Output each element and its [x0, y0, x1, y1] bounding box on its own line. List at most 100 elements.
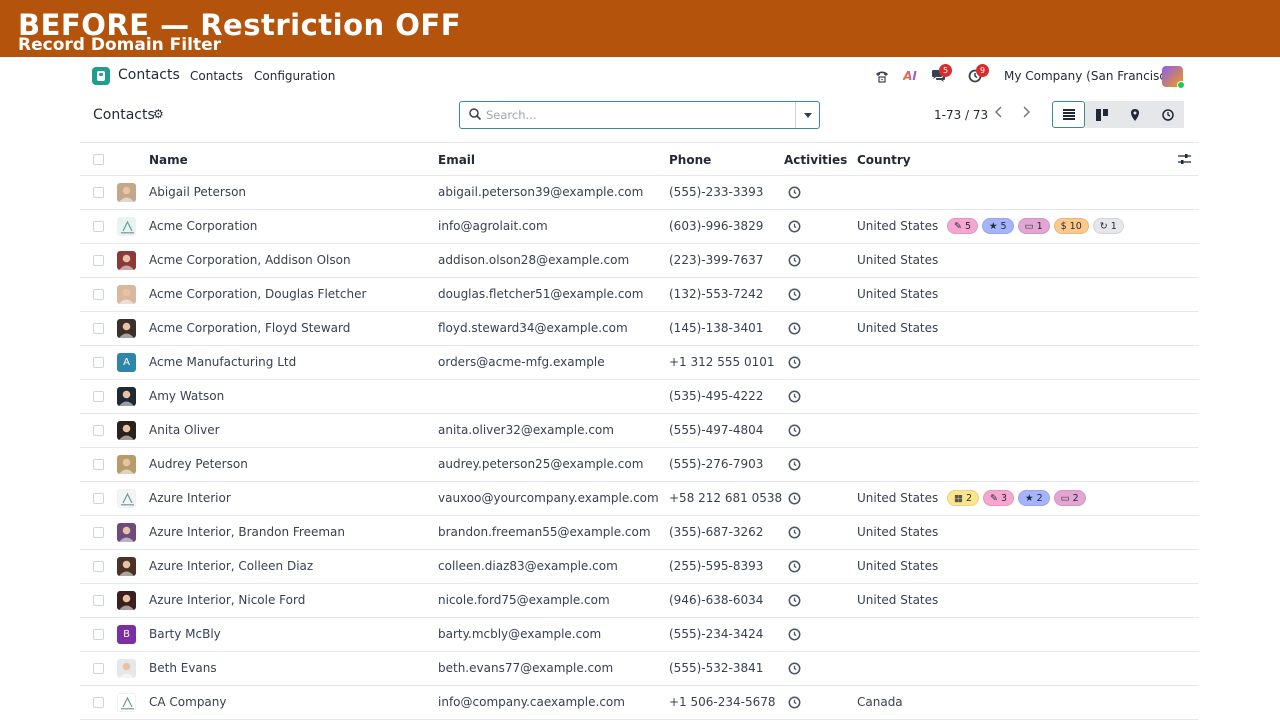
activity-clock-icon[interactable]	[788, 220, 801, 233]
stat-badge[interactable]: ✎ 5	[947, 218, 979, 234]
table-row[interactable]: Azure Interior, Nicole Ford nicole.ford75…	[80, 584, 1199, 618]
row-checkbox[interactable]	[93, 255, 104, 266]
row-checkbox[interactable]	[93, 595, 104, 606]
user-avatar[interactable]	[1162, 66, 1185, 89]
pager-next-button[interactable]	[1019, 105, 1033, 123]
cell-phone: (603)-996-3829	[669, 219, 764, 233]
cell-email: beth.evans77@example.com	[438, 661, 614, 675]
map-view-button[interactable]	[1118, 101, 1151, 128]
contacts-app-icon[interactable]	[92, 67, 110, 85]
cell-phone: (255)-595-8393	[669, 559, 764, 573]
table-row[interactable]: Acme Corporation info@agrolait.com (603)-9…	[80, 210, 1199, 244]
gear-icon[interactable]: ⚙	[153, 107, 164, 121]
stat-badge[interactable]: ↻ 1	[1092, 218, 1124, 234]
kanban-view-button[interactable]	[1085, 101, 1118, 128]
table-row[interactable]: Azure Interior, Brandon Freeman brandon.f…	[80, 516, 1199, 550]
row-checkbox[interactable]	[93, 561, 104, 572]
row-checkbox[interactable]	[93, 187, 104, 198]
ai-icon[interactable]: AI	[901, 67, 919, 85]
row-checkbox[interactable]	[93, 493, 104, 504]
row-checkbox[interactable]	[93, 425, 104, 436]
activity-clock-icon[interactable]	[788, 492, 801, 505]
list-view-button[interactable]	[1052, 101, 1085, 128]
column-header-name[interactable]: Name	[149, 153, 188, 167]
table-row[interactable]: Acme Corporation, Addison Olson addison.o…	[80, 244, 1199, 278]
row-checkbox[interactable]	[93, 391, 104, 402]
activity-clock-icon[interactable]	[788, 696, 801, 709]
optional-columns-icon[interactable]	[1178, 153, 1191, 166]
activity-clock-icon[interactable]	[788, 186, 801, 199]
activity-clock-icon[interactable]	[788, 390, 801, 403]
activity-clock-icon[interactable]	[788, 628, 801, 641]
app-name[interactable]: Contacts	[118, 67, 180, 83]
table-row[interactable]: Acme Corporation, Floyd Steward floyd.ste…	[80, 312, 1199, 346]
table-row[interactable]: Anita Oliver anita.oliver32@example.com (5…	[80, 414, 1199, 448]
banner-subtitle: Record Domain Filter	[18, 35, 221, 55]
search-input[interactable]	[486, 106, 786, 124]
stat-badge[interactable]: ✎ 3	[983, 490, 1015, 506]
activity-clock-icon[interactable]	[788, 594, 801, 607]
stat-badge[interactable]: $10	[1053, 218, 1089, 234]
menu-configuration[interactable]: Configuration	[254, 69, 335, 83]
company-switcher[interactable]: My Company (San Francisco)	[1004, 69, 1178, 83]
row-checkbox[interactable]	[93, 663, 104, 674]
stat-badge[interactable]: ▦ 2	[947, 490, 980, 506]
table-row[interactable]: Beth Evans beth.evans77@example.com (555)-…	[80, 652, 1199, 686]
activity-clock-icon[interactable]	[788, 424, 801, 437]
stat-badge[interactable]: ★ 5	[982, 218, 1014, 234]
activity-icon[interactable]: 9	[966, 64, 989, 85]
table-row[interactable]: Audrey Peterson audrey.peterson25@example…	[80, 448, 1199, 482]
contact-photo	[117, 523, 136, 542]
column-header-email[interactable]: Email	[438, 153, 475, 167]
column-header-country[interactable]: Country	[857, 153, 911, 167]
stat-badge[interactable]: ★ 2	[1018, 490, 1050, 506]
activity-clock-icon[interactable]	[788, 288, 801, 301]
activity-clock-icon[interactable]	[788, 526, 801, 539]
phone-icon[interactable]	[873, 67, 891, 85]
row-checkbox[interactable]	[93, 323, 104, 334]
table-row[interactable]: Azure Interior, Colleen Diaz colleen.diaz…	[80, 550, 1199, 584]
stat-badge[interactable]: ▭ 1	[1017, 218, 1050, 234]
search-bar[interactable]	[459, 101, 820, 129]
row-checkbox[interactable]	[93, 221, 104, 232]
column-header-activities[interactable]: Activities	[784, 153, 847, 167]
table-row[interactable]: Acme Corporation, Douglas Fletcher dougla…	[80, 278, 1199, 312]
cell-phone: (555)-497-4804	[669, 423, 764, 437]
activity-clock-icon[interactable]	[788, 560, 801, 573]
table-row[interactable]: Amy Watson (535)-495-4222	[80, 380, 1199, 414]
table-row[interactable]: CA Company info@company.caexample.com +1 5…	[80, 686, 1199, 720]
row-checkbox[interactable]	[93, 357, 104, 368]
search-options-dropdown[interactable]	[795, 102, 819, 128]
select-all-checkbox[interactable]	[93, 154, 104, 165]
cell-phone: (145)-138-3401	[669, 321, 764, 335]
row-checkbox[interactable]	[93, 459, 104, 470]
cell-email: floyd.steward34@example.com	[438, 321, 628, 335]
row-checkbox[interactable]	[93, 629, 104, 640]
table-row[interactable]: A Acme Manufacturing Ltd orders@acme-mfg.e…	[80, 346, 1199, 380]
activity-clock-icon[interactable]	[788, 254, 801, 267]
cell-name: Audrey Peterson	[149, 457, 248, 471]
cell-name: Anita Oliver	[149, 423, 220, 437]
activity-clock-icon[interactable]	[788, 322, 801, 335]
activity-clock-icon[interactable]	[788, 458, 801, 471]
cell-name: Beth Evans	[149, 661, 217, 675]
table-row[interactable]: B Barty McBly barty.mcbly@example.com (555)…	[80, 618, 1199, 652]
activity-clock-icon[interactable]	[788, 662, 801, 675]
activity-count: 9	[976, 64, 989, 77]
table-row[interactable]: Abigail Peterson abigail.peterson39@examp…	[80, 176, 1199, 210]
row-checkbox[interactable]	[93, 527, 104, 538]
activity-clock-icon[interactable]	[788, 356, 801, 369]
pager-value[interactable]: 1-73 / 73	[934, 108, 988, 122]
cell-country: United States	[857, 593, 939, 607]
table-row[interactable]: Azure Interior vauxoo@yourcompany.example…	[80, 482, 1199, 516]
cell-email: douglas.fletcher51@example.com	[438, 287, 644, 301]
pager-previous-button[interactable]	[992, 105, 1006, 123]
activity-view-button[interactable]	[1151, 101, 1184, 128]
stat-badge[interactable]: ▭ 2	[1053, 490, 1086, 506]
row-checkbox[interactable]	[93, 289, 104, 300]
row-checkbox[interactable]	[93, 697, 104, 708]
menu-contacts[interactable]: Contacts	[190, 69, 243, 83]
messages-icon[interactable]: 5	[929, 64, 952, 85]
cell-phone: +58 212 681 0538	[669, 491, 783, 505]
column-header-phone[interactable]: Phone	[669, 153, 711, 167]
